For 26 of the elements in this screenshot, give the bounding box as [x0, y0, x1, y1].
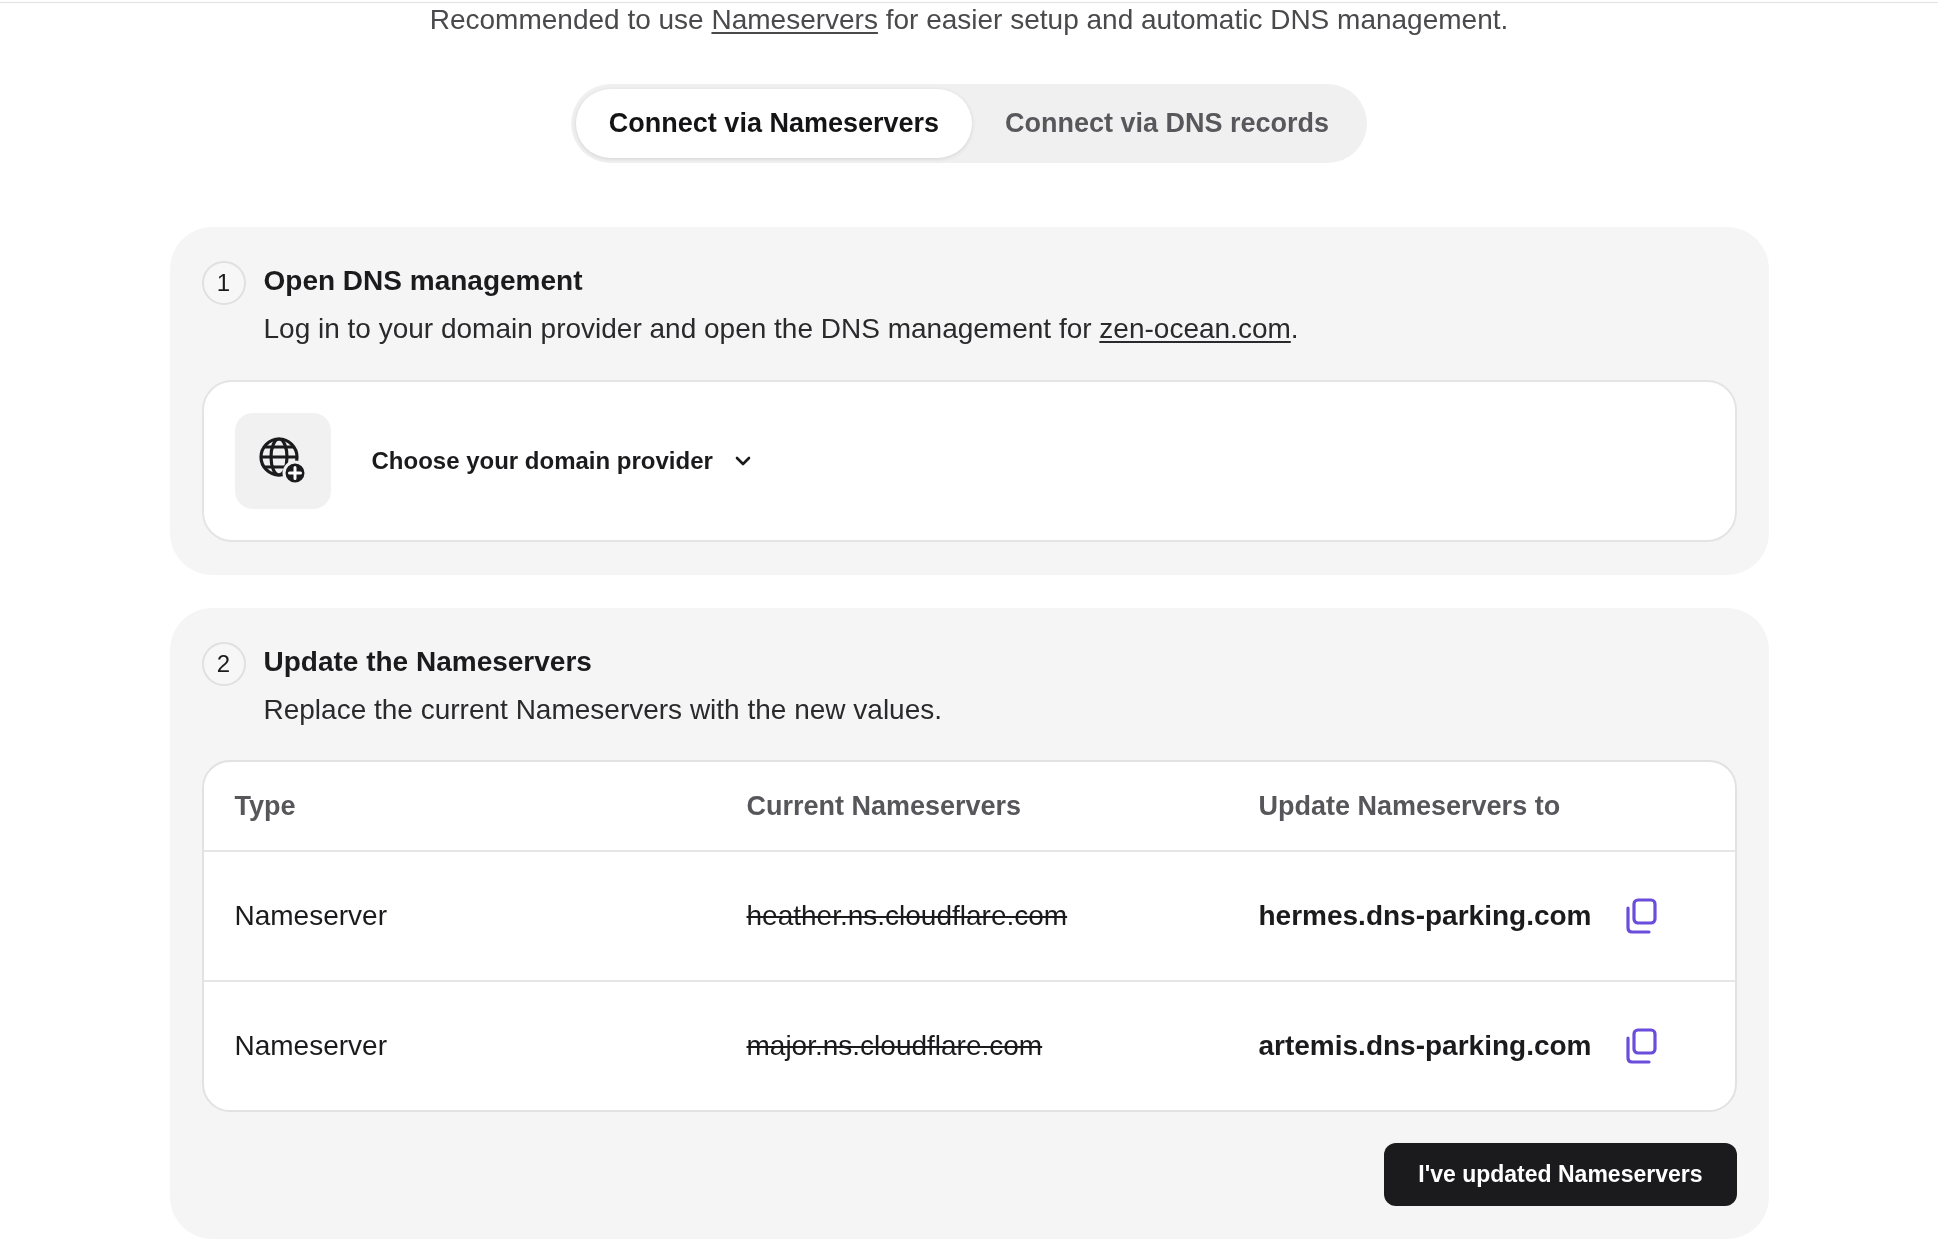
column-header: Type	[234, 790, 297, 822]
intro-text: Recommended to use Nameservers for easier setup and automatic DNS management.	[428, 4, 1510, 36]
step-number: 2	[201, 642, 246, 686]
table-cell-text: major.ns.cloudflare.com	[746, 1030, 1044, 1062]
step-title: Open DNS management	[263, 264, 584, 298]
step-description: Log in to your domain provider and open the DNS management for zen-ocean.com.	[263, 312, 1300, 346]
table-cell-text: heather.ns.cloudflare.com	[746, 900, 1069, 932]
column-header: Current Nameservers	[746, 790, 1023, 822]
step-number: 1	[201, 261, 246, 305]
copy-icon[interactable]	[1625, 898, 1659, 934]
table-cell: artemis.dns-parking.com	[1258, 1030, 1592, 1062]
column-header: Update Nameservers to	[1258, 790, 1562, 822]
provider-dropdown[interactable]: Choose your domain provider	[371, 447, 751, 475]
connection-tab[interactable]: Connect via DNS records	[972, 89, 1363, 158]
copy-icon[interactable]	[1625, 1028, 1659, 1064]
step-title: Update the Nameservers	[263, 645, 593, 679]
chevron-down-icon	[734, 455, 751, 467]
table-cell: hermes.dns-parking.com	[1258, 900, 1592, 932]
globe-plus-icon	[234, 413, 331, 509]
nameservers-link[interactable]: Nameservers	[711, 4, 878, 35]
confirm-button[interactable]: I've updated Nameservers	[1384, 1143, 1737, 1206]
table-cell-text: Nameserver	[234, 900, 388, 932]
connection-tab[interactable]: Connect via Nameservers	[575, 89, 973, 158]
domain-link[interactable]: zen-ocean.com	[1099, 313, 1291, 344]
step-description: Replace the current Nameservers with the new values.	[263, 693, 944, 727]
table-cell-text: Nameserver	[234, 1030, 388, 1062]
